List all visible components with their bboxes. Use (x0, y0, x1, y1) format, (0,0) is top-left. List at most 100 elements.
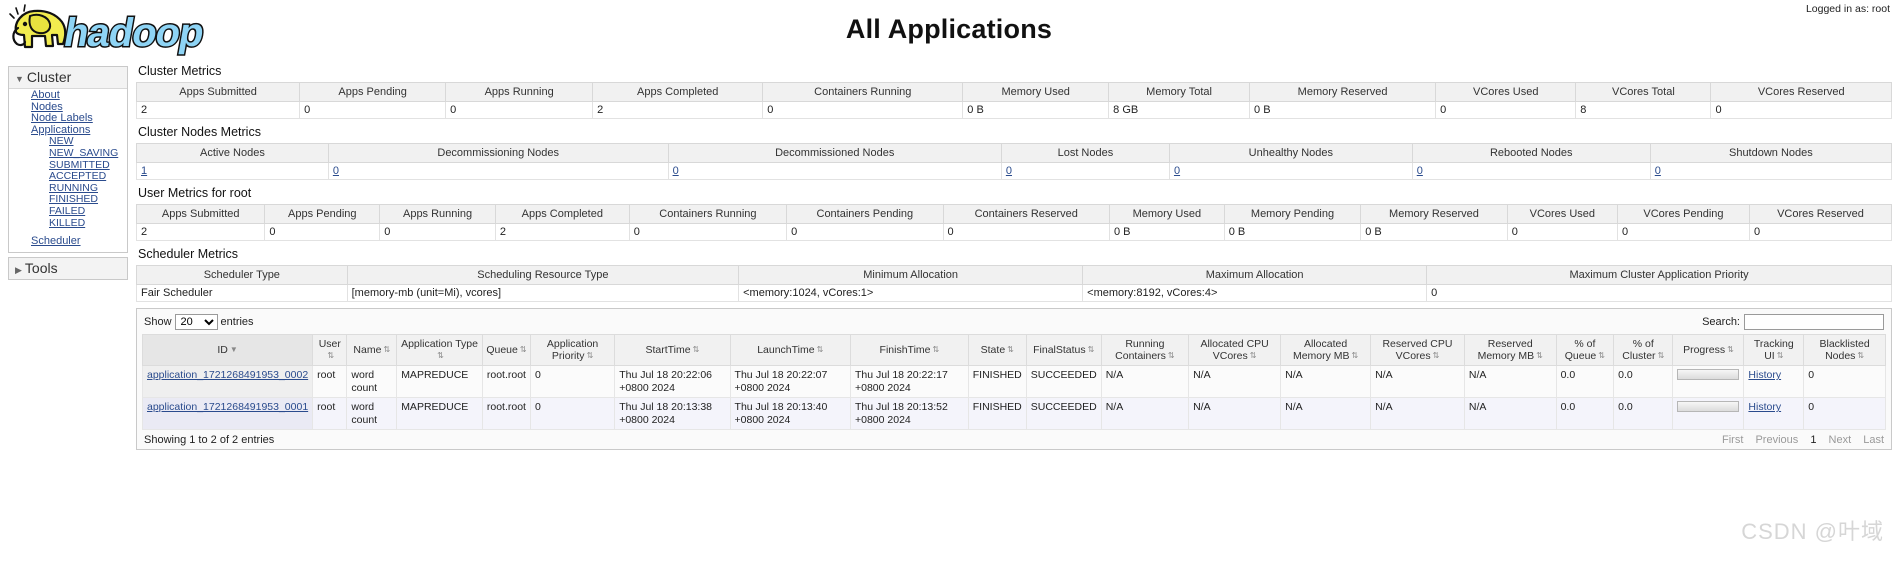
column-header-of-cluster[interactable]: % of Cluster ⇅ (1613, 333, 1674, 367)
column-header-allocated-memory-mb[interactable]: Allocated Memory MB ⇅ (1280, 333, 1372, 367)
page-length-control: Show20406080100entries (144, 314, 254, 330)
sort-icon: ⇅ (1776, 351, 1784, 361)
metric-link[interactable]: 1 (141, 165, 147, 177)
cell-user-metric-9: 0 B (1360, 223, 1508, 241)
metric-link[interactable]: 0 (1174, 165, 1180, 177)
sidebar-cluster-body: About Nodes Node Labels Applications NEW… (9, 89, 127, 252)
column-header-finishtime[interactable]: FinishTime ⇅ (849, 333, 969, 367)
application-id-link[interactable]: application_1721268491953_0002 (147, 369, 308, 381)
cell-blacklisted-nodes: 0 (1803, 397, 1886, 431)
metric-link[interactable]: 0 (1655, 165, 1661, 177)
sidebar-tools-label: Tools (24, 259, 58, 276)
column-header-application-priority[interactable]: Application Priority ⇅ (529, 333, 616, 367)
pagination-last[interactable]: Last (1863, 434, 1884, 446)
cell-node-metric-1[interactable]: 0 (327, 162, 669, 180)
column-header-name[interactable]: Name ⇅ (346, 333, 398, 367)
search-input[interactable] (1744, 314, 1884, 330)
column-header-progress[interactable]: Progress ⇅ (1672, 333, 1745, 367)
cell-cluster-metric-4: 0 (762, 101, 964, 119)
cell-priority: 0 (529, 397, 616, 431)
cell-id[interactable]: application_1721268491953_0001 (141, 397, 314, 431)
cell-node-metric-2[interactable]: 0 (667, 162, 1002, 180)
column-header: Apps Running (445, 82, 594, 102)
column-header: Maximum Allocation (1082, 265, 1428, 285)
column-header-running-containers[interactable]: Running Containers ⇅ (1100, 333, 1190, 367)
applications-panel: Show20406080100entries Search: ID▼User⇅N… (136, 308, 1892, 451)
column-header-label: FinalStatus (1033, 344, 1086, 356)
column-header-label: Application Type (401, 338, 478, 350)
cell-running-containers: N/A (1100, 365, 1190, 399)
cell-tracking-ui[interactable]: History (1743, 365, 1805, 399)
pagination-next[interactable]: Next (1829, 434, 1852, 446)
column-header-of-queue[interactable]: % of Queue ⇅ (1555, 333, 1615, 367)
cell-user-metric-0: 2 (135, 223, 266, 241)
cell-id[interactable]: application_1721268491953_0002 (141, 365, 314, 399)
column-header-tracking-ui[interactable]: Tracking UI ⇅ (1743, 333, 1805, 367)
cell-tracking-ui[interactable]: History (1743, 397, 1805, 431)
cell-reserved-memory-mb: N/A (1463, 365, 1557, 399)
cell-user-metric-6: 0 (942, 223, 1110, 241)
column-header-blacklisted-nodes[interactable]: Blacklisted Nodes ⇅ (1803, 333, 1886, 367)
cell-node-metric-3[interactable]: 0 (1000, 162, 1170, 180)
cell-cluster-metric-10: 0 (1710, 101, 1892, 119)
column-header-label: Running Containers (1115, 338, 1166, 362)
metric-link[interactable]: 0 (1417, 165, 1423, 177)
hadoop-logo[interactable]: hadoop (8, 2, 223, 60)
page-length-select[interactable]: 20406080100 (174, 314, 218, 330)
sidebar-tools-header[interactable]: ▶ Tools (8, 256, 128, 280)
cell-node-metric-6[interactable]: 0 (1649, 162, 1893, 180)
cell-user-metric-7: 0 B (1108, 223, 1225, 241)
cell-node-metric-5[interactable]: 0 (1411, 162, 1651, 180)
cell-cluster-metric-3: 2 (592, 101, 764, 119)
sort-icon: ⇅ (1857, 351, 1865, 361)
column-header-finalstatus[interactable]: FinalStatus ⇅ (1025, 333, 1102, 367)
cell-node-metric-4[interactable]: 0 (1168, 162, 1413, 180)
sidebar-item-state-accepted[interactable]: ACCEPTED (9, 171, 127, 183)
column-header: VCores Used (1506, 204, 1618, 224)
progress-bar (1677, 369, 1740, 381)
progress-bar (1677, 401, 1740, 413)
scheduler-metrics-title: Scheduler Metrics (138, 247, 239, 261)
table-row: application_1721268491953_0002 root word c… (141, 365, 1886, 399)
sidebar-item-state-killed[interactable]: KILLED (9, 217, 127, 230)
column-header: Scheduler Type (136, 265, 348, 285)
caret-down-icon: ▼ (15, 74, 24, 84)
cell-cluster-metric-0: 2 (135, 101, 301, 119)
tracking-ui-link[interactable]: History (1748, 369, 1781, 381)
cell-node-metric-0[interactable]: 1 (136, 162, 329, 180)
column-header-user[interactable]: User⇅ (312, 333, 348, 367)
cell-user-metric-5: 0 (786, 223, 944, 241)
cell-launch-time: Thu Jul 18 20:13:40 +0800 2024 (729, 397, 851, 431)
column-header-id[interactable]: ID ▼ (141, 333, 314, 367)
search-control: Search: (1702, 314, 1884, 330)
table-row: 20020000 B0 B0 B000 (135, 223, 1893, 241)
cell-reserved-memory-mb: N/A (1463, 397, 1557, 431)
metric-link[interactable]: 0 (333, 165, 339, 177)
cluster-nodes-metrics-title: Cluster Nodes Metrics (138, 125, 261, 139)
sidebar-item-state-new-saving[interactable]: NEW_SAVING (9, 147, 127, 160)
column-header: Apps Submitted (135, 82, 301, 102)
column-header-allocated-cpu-vcores[interactable]: Allocated CPU VCores ⇅ (1188, 333, 1282, 367)
column-header-application-type[interactable]: Application Type⇅ (396, 333, 483, 367)
column-header-starttime[interactable]: StartTime ⇅ (614, 333, 731, 367)
sidebar-item-about[interactable]: About (9, 89, 127, 102)
column-header-launchtime[interactable]: LaunchTime ⇅ (729, 333, 851, 367)
column-header-reserved-memory-mb[interactable]: Reserved Memory MB ⇅ (1463, 333, 1557, 367)
column-header: Unhealthy Nodes (1168, 143, 1413, 163)
pagination-page-1[interactable]: 1 (1810, 434, 1816, 446)
column-header-state[interactable]: State ⇅ (967, 333, 1027, 367)
sort-icon: ⇅ (519, 345, 527, 355)
column-header-queue[interactable]: Queue ⇅ (481, 333, 531, 367)
metric-link[interactable]: 0 (1006, 165, 1012, 177)
caret-right-icon: ▶ (15, 264, 22, 275)
pagination-previous[interactable]: Previous (1755, 434, 1798, 446)
application-id-link[interactable]: application_1721268491953_0001 (147, 401, 308, 413)
column-header-reserved-cpu-vcores[interactable]: Reserved CPU VCores ⇅ (1370, 333, 1465, 367)
sidebar-item-state-failed[interactable]: FAILED (9, 205, 127, 218)
pagination-first[interactable]: First (1722, 434, 1743, 446)
sidebar-cluster-header[interactable]: ▼ Cluster (9, 67, 127, 89)
sidebar-item-scheduler[interactable]: Scheduler (9, 236, 127, 248)
cell-user-metric-11: 0 (1616, 223, 1750, 241)
metric-link[interactable]: 0 (673, 165, 679, 177)
tracking-ui-link[interactable]: History (1748, 401, 1781, 413)
